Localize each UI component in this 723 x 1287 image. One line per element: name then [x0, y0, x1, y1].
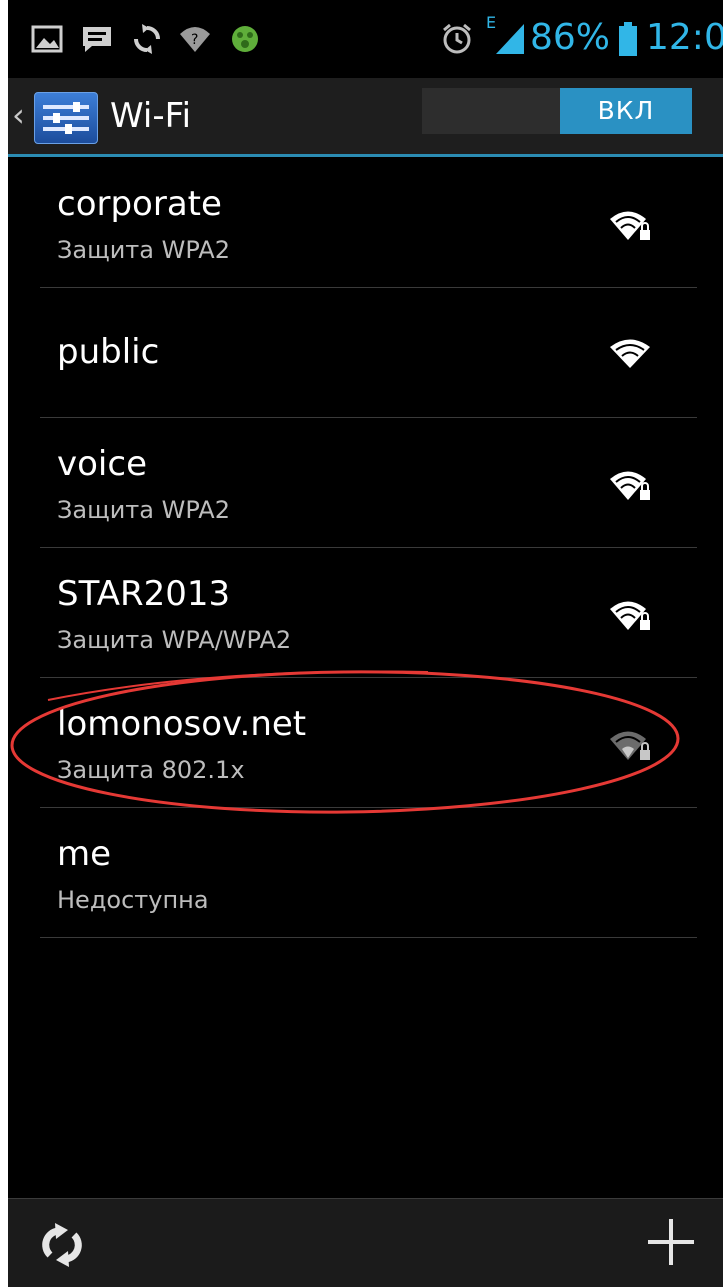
network-security: Защита WPA/WPA2: [57, 626, 292, 654]
network-row-lomonosov[interactable]: lomonosov.net Защита 802.1x: [8, 678, 723, 808]
add-icon[interactable]: [644, 1215, 698, 1269]
bottom-action-bar: [8, 1198, 723, 1287]
svg-text:?: ?: [191, 32, 198, 48]
network-row-me[interactable]: me Недоступна: [8, 808, 723, 938]
row-divider: [40, 937, 697, 938]
network-name: corporate: [57, 184, 222, 224]
wifi-toggle-on-label: ВКЛ: [560, 88, 692, 134]
wifi-locked-icon: [610, 601, 650, 630]
wifi-icon: [610, 339, 650, 368]
wifi-locked-icon: [610, 731, 650, 760]
action-bar-divider: [8, 154, 723, 157]
network-name: public: [57, 332, 160, 372]
signal-indicator: E: [486, 14, 526, 58]
network-security: Защита 802.1x: [57, 756, 245, 784]
wifi-locked-icon: [610, 211, 650, 240]
network-name: lomonosov.net: [57, 704, 307, 744]
settings-app-icon: [34, 92, 98, 144]
gallery-icon: [31, 25, 63, 53]
phone-screen: ? E 86% 12:07 ‹: [8, 0, 723, 1287]
network-row-corporate[interactable]: corporate Защита WPA2: [8, 158, 723, 288]
network-row-voice[interactable]: voice Защита WPA2: [8, 418, 723, 548]
battery-percent: 86%: [530, 17, 611, 58]
action-bar: ‹ Wi-Fi ВКЛ: [8, 78, 723, 157]
back-button[interactable]: ‹: [8, 78, 100, 154]
network-row-star2013[interactable]: STAR2013 Защита WPA/WPA2: [8, 548, 723, 678]
network-name: STAR2013: [57, 574, 231, 614]
network-status: Недоступна: [57, 886, 209, 914]
alarm-icon: [443, 23, 471, 54]
wifi-network-list: corporate Защита WPA2 public voice Защит: [8, 158, 723, 938]
message-icon: [83, 27, 111, 52]
wifi-toggle[interactable]: ВКЛ: [422, 88, 692, 134]
network-security: Защита WPA2: [57, 236, 230, 264]
network-row-public[interactable]: public: [8, 288, 723, 418]
clock: 12:07: [646, 17, 723, 58]
wifi-locked-icon: [610, 471, 650, 500]
network-name: me: [57, 834, 112, 874]
page-title: Wi-Fi: [110, 96, 192, 136]
sync-icon: [134, 24, 160, 54]
refresh-icon[interactable]: [36, 1219, 88, 1271]
android-bug-icon: [232, 26, 258, 52]
wifi-question-icon: ?: [180, 27, 210, 52]
network-security: Защита WPA2: [57, 496, 230, 524]
chevron-left-icon: ‹: [12, 96, 25, 134]
network-name: voice: [57, 444, 147, 484]
battery-icon: [619, 22, 637, 56]
status-bar: ? E 86% 12:07: [8, 0, 723, 76]
signal-icon: [496, 24, 524, 54]
